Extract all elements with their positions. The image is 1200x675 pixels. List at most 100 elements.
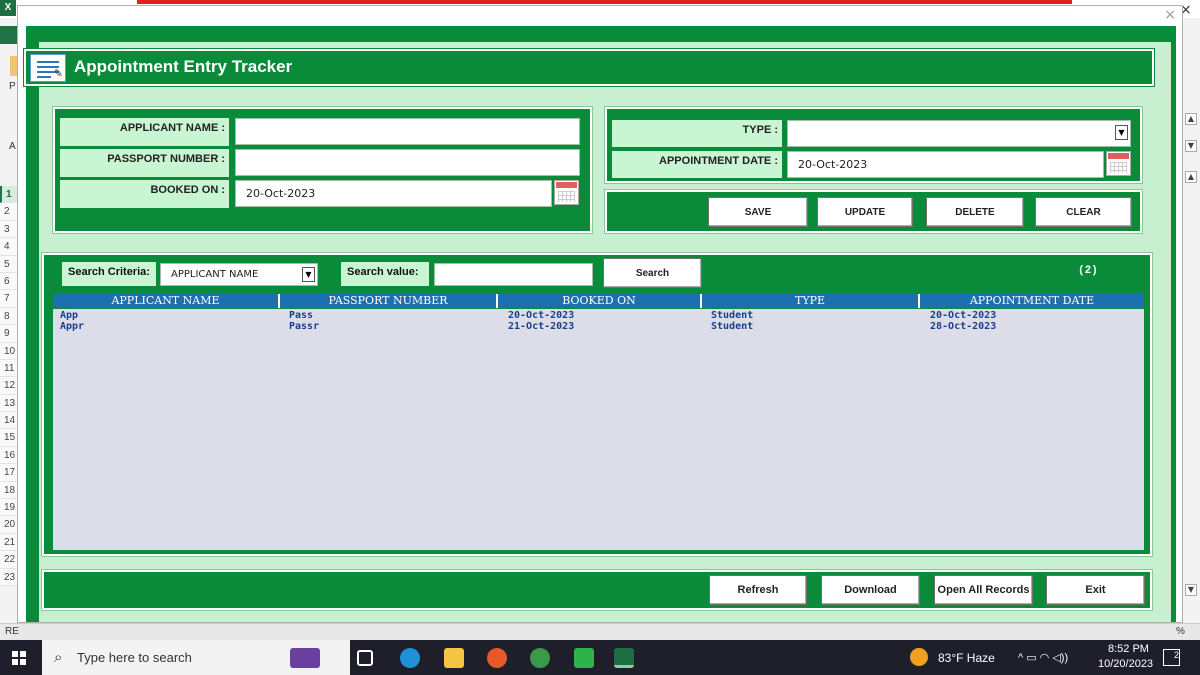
open-all-records-button[interactable]: Open All Records bbox=[934, 575, 1033, 605]
row-number[interactable]: 3 bbox=[0, 220, 17, 239]
row-number[interactable]: 11 bbox=[0, 359, 17, 378]
cell-booked-on: 21-Oct-2023 bbox=[508, 321, 575, 332]
records-list[interactable]: App Pass 20-Oct-2023 Student 20-Oct-2023… bbox=[53, 309, 1144, 550]
row-number[interactable]: 1 bbox=[0, 186, 17, 204]
column-header-booked-on[interactable]: BOOKED ON bbox=[498, 294, 702, 308]
excel-paste-icon bbox=[10, 56, 17, 76]
cell-applicant-name: App bbox=[60, 310, 79, 321]
save-button[interactable]: SAVE bbox=[708, 197, 808, 227]
row-number[interactable]: 7 bbox=[0, 290, 17, 308]
excel-ribbon-letter: P bbox=[9, 81, 16, 92]
chevron-down-icon[interactable]: ▼ bbox=[302, 267, 315, 282]
download-button[interactable]: Download bbox=[821, 575, 920, 605]
excel-right-scrollbar[interactable] bbox=[1183, 18, 1200, 623]
taskbar-search-placeholder: Type here to search bbox=[77, 650, 192, 665]
row-number[interactable]: 15 bbox=[0, 429, 17, 447]
column-header-type[interactable]: TYPE bbox=[702, 294, 920, 308]
row-number[interactable]: 12 bbox=[0, 377, 17, 395]
applicant-name-field[interactable] bbox=[235, 118, 580, 145]
exit-button[interactable]: Exit bbox=[1046, 575, 1145, 605]
weather-text[interactable]: 83°F Haze bbox=[938, 651, 995, 665]
clipboard-icon: ✎ bbox=[30, 54, 66, 82]
scroll-down-icon[interactable]: ▼ bbox=[1185, 140, 1197, 152]
delete-button[interactable]: DELETE bbox=[926, 197, 1024, 227]
row-number[interactable]: 6 bbox=[0, 272, 17, 291]
type-select[interactable]: ▼ bbox=[787, 120, 1131, 147]
booked-on-calendar-icon[interactable] bbox=[554, 180, 579, 205]
tray-icons[interactable]: ^ ▭ ◠ ◁)) bbox=[1018, 651, 1068, 664]
windows-start-icon[interactable] bbox=[12, 651, 26, 665]
excel-red-bar bbox=[137, 0, 1072, 4]
scroll-top-icon[interactable]: ▲ bbox=[1185, 171, 1197, 183]
passport-number-field[interactable] bbox=[235, 149, 580, 176]
appointment-date-calendar-icon[interactable] bbox=[1106, 151, 1131, 176]
search-criteria-label: Search Criteria: bbox=[62, 262, 156, 286]
row-number[interactable]: 9 bbox=[0, 325, 17, 343]
cell-passport-number: Pass bbox=[289, 310, 314, 321]
type-label: TYPE : bbox=[612, 120, 782, 147]
task-view-icon[interactable] bbox=[357, 650, 373, 666]
weather-icon[interactable] bbox=[910, 648, 928, 666]
row-number[interactable]: 17 bbox=[0, 464, 17, 482]
cell-appointment-date: 28-Oct-2023 bbox=[930, 321, 997, 332]
refresh-button[interactable]: Refresh bbox=[709, 575, 807, 605]
news-widget-icon[interactable] bbox=[290, 648, 320, 668]
form-close-icon[interactable]: × bbox=[1164, 7, 1176, 23]
row-number[interactable]: 21 bbox=[0, 533, 17, 552]
row-number[interactable]: 2 bbox=[0, 203, 17, 221]
excel-row-headers: 1 2 3 4 5 6 7 8 9 10 11 12 13 14 15 16 17 18 19 20 21 22 23 bbox=[0, 186, 17, 586]
notification-count: 2 bbox=[1173, 650, 1179, 660]
row-number[interactable]: 13 bbox=[0, 394, 17, 413]
passport-number-label: PASSPORT NUMBER : bbox=[60, 149, 229, 177]
file-explorer-icon[interactable] bbox=[444, 648, 464, 668]
search-icon: ⌕ bbox=[54, 648, 63, 666]
excel-logo-icon: X bbox=[0, 0, 16, 16]
scroll-up-icon[interactable]: ▲ bbox=[1185, 113, 1197, 125]
excel-ribbon-strip bbox=[0, 26, 17, 44]
column-header-applicant-name[interactable]: APPLICANT NAME bbox=[53, 294, 280, 308]
clock-date[interactable]: 10/20/2023 bbox=[1098, 658, 1153, 670]
search-criteria-value: APPLICANT NAME bbox=[171, 269, 259, 280]
appointment-date-label: APPOINTMENT DATE : bbox=[612, 151, 782, 178]
clock-time[interactable]: 8:52 PM bbox=[1108, 643, 1149, 655]
row-number[interactable]: 20 bbox=[0, 516, 17, 534]
row-number[interactable]: 4 bbox=[0, 238, 17, 256]
cell-type: Student bbox=[711, 310, 754, 321]
title-bar: ✎ Appointment Entry Tracker bbox=[23, 48, 1155, 87]
cell-booked-on: 20-Oct-2023 bbox=[508, 310, 575, 321]
cell-passport-number: Passr bbox=[289, 321, 320, 332]
chrome-icon[interactable] bbox=[530, 648, 550, 668]
chevron-down-icon[interactable]: ▼ bbox=[1115, 125, 1128, 140]
row-number[interactable]: 22 bbox=[0, 551, 17, 569]
scroll-bottom-icon[interactable]: ▼ bbox=[1185, 584, 1197, 596]
page-title: Appointment Entry Tracker bbox=[74, 57, 293, 76]
row-number[interactable]: 19 bbox=[0, 499, 17, 517]
firefox-icon[interactable] bbox=[487, 648, 507, 668]
edge-browser-icon[interactable] bbox=[400, 648, 420, 668]
search-value-input[interactable] bbox=[434, 263, 593, 286]
appointment-date-field[interactable]: 20-Oct-2023 bbox=[787, 151, 1104, 178]
excel-namebox-letter: A bbox=[9, 141, 16, 152]
cell-appointment-date: 20-Oct-2023 bbox=[930, 310, 997, 321]
notification-icon[interactable]: 2 bbox=[1163, 649, 1180, 666]
row-number[interactable]: 8 bbox=[0, 307, 17, 326]
row-number[interactable]: 10 bbox=[0, 342, 17, 360]
booked-on-field[interactable]: 20-Oct-2023 bbox=[235, 180, 552, 207]
applicant-name-label: APPLICANT NAME : bbox=[60, 118, 229, 146]
row-number[interactable]: 23 bbox=[0, 568, 17, 586]
record-count: (2) bbox=[1078, 265, 1098, 277]
column-header-appointment-date[interactable]: APPOINTMENT DATE bbox=[920, 294, 1144, 308]
search-criteria-select[interactable]: APPLICANT NAME ▼ bbox=[160, 263, 318, 286]
excel-taskbar-icon[interactable] bbox=[614, 648, 634, 668]
search-button[interactable]: Search bbox=[603, 258, 702, 288]
row-number[interactable]: 16 bbox=[0, 446, 17, 465]
column-header-passport-number[interactable]: PASSPORT NUMBER bbox=[280, 294, 498, 308]
row-number[interactable]: 5 bbox=[0, 255, 17, 273]
clear-button[interactable]: CLEAR bbox=[1035, 197, 1132, 227]
update-button[interactable]: UPDATE bbox=[817, 197, 913, 227]
list-header: APPLICANT NAME PASSPORT NUMBER BOOKED ON… bbox=[53, 294, 1144, 308]
row-number[interactable]: 14 bbox=[0, 412, 17, 430]
row-number[interactable]: 18 bbox=[0, 481, 17, 500]
cell-applicant-name: Appr bbox=[60, 321, 85, 332]
camtasia-icon[interactable] bbox=[574, 648, 594, 668]
